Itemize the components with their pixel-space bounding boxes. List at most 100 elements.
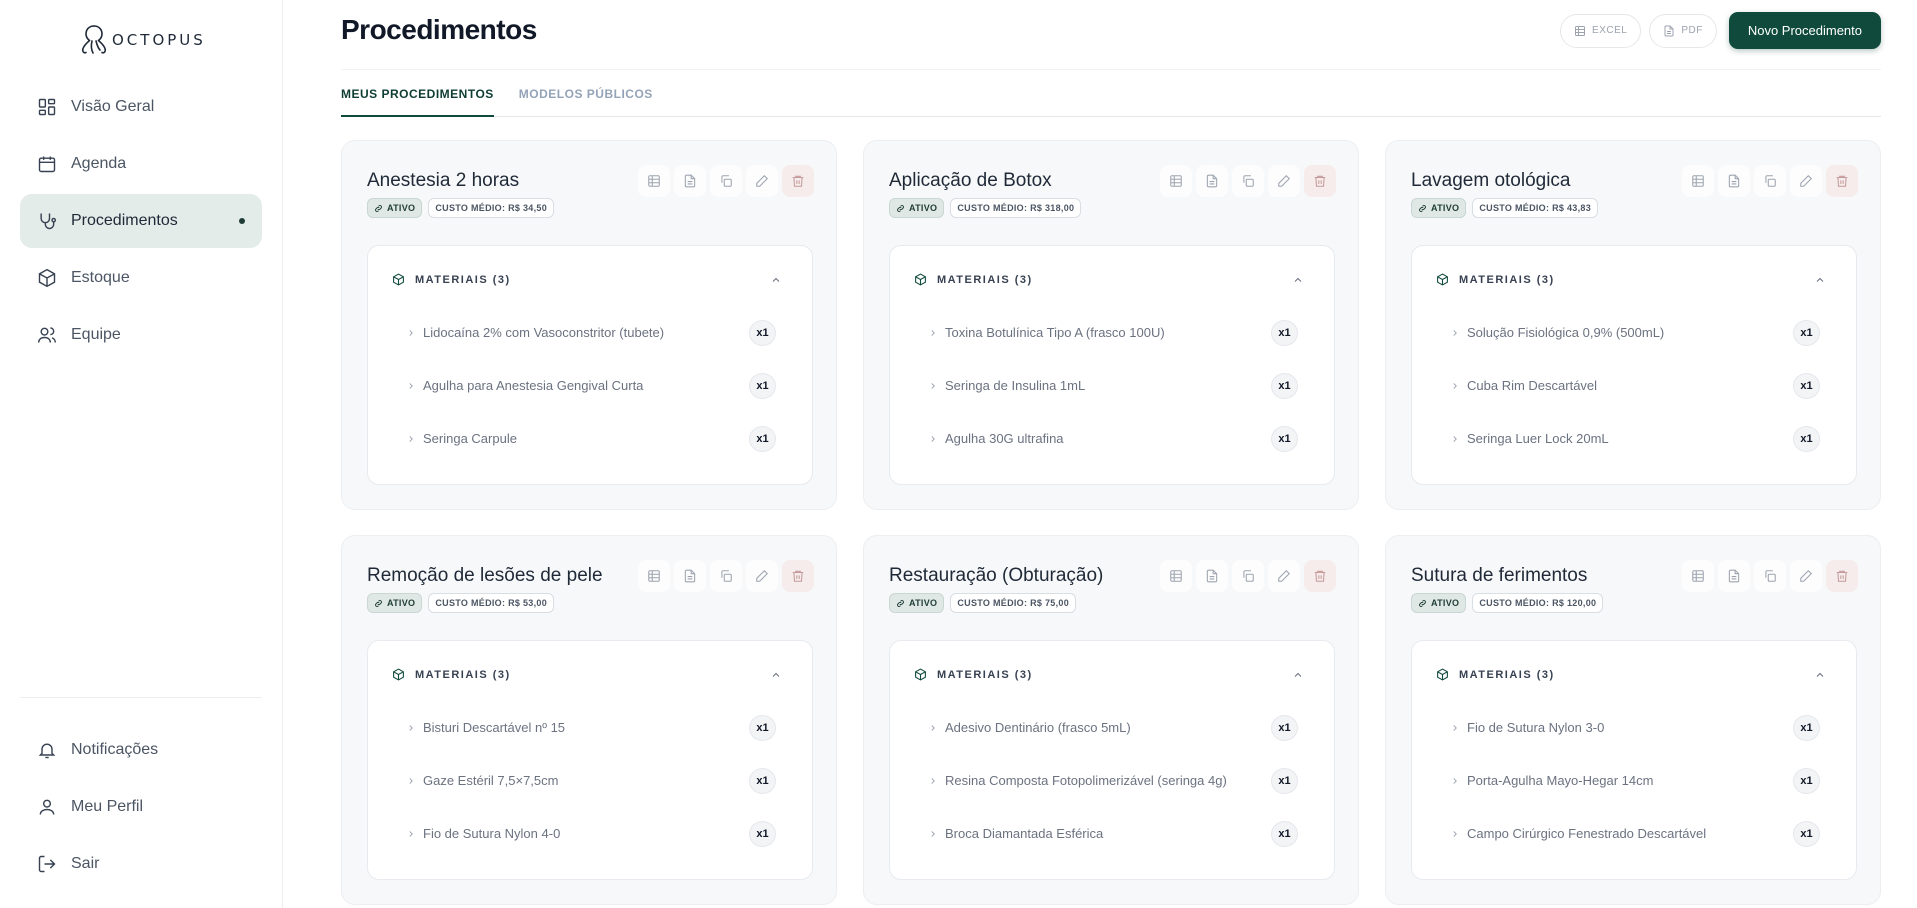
link-icon [375, 599, 382, 607]
edit-button[interactable] [1268, 560, 1300, 592]
list-item[interactable]: Fio de Sutura Nylon 4-0 x1 [406, 807, 776, 860]
list-item[interactable]: Seringa de Insulina 1mL x1 [928, 359, 1298, 412]
edit-button[interactable] [1790, 165, 1822, 197]
sidebar-item-procedimentos[interactable]: Procedimentos [20, 194, 262, 248]
export-pdf-button[interactable] [674, 560, 706, 592]
delete-button[interactable] [1304, 165, 1336, 197]
list-item[interactable]: Porta-Agulha Mayo-Hegar 14cm x1 [1450, 754, 1820, 807]
delete-button[interactable] [782, 560, 814, 592]
sidebar-item-estoque[interactable]: Estoque [20, 251, 262, 305]
duplicate-button[interactable] [1232, 560, 1264, 592]
active-indicator-dot [239, 218, 245, 224]
export-excel-button[interactable] [1682, 165, 1714, 197]
copy-icon [721, 175, 732, 187]
chevron-right-icon [931, 724, 935, 731]
package-icon [393, 273, 404, 286]
export-excel-button[interactable] [1160, 165, 1192, 197]
export-excel-button[interactable] [638, 560, 670, 592]
list-item[interactable]: Bisturi Descartável nº 15 x1 [406, 701, 776, 754]
link-icon [897, 599, 904, 607]
sidebar-item-equipe[interactable]: Equipe [20, 308, 262, 362]
chevron-up-icon[interactable] [1292, 274, 1304, 286]
duplicate-button[interactable] [710, 165, 742, 197]
export-excel-button[interactable] [638, 165, 670, 197]
delete-button[interactable] [1304, 560, 1336, 592]
pencil-icon [1800, 570, 1812, 582]
file-icon [1206, 174, 1218, 188]
procedure-title: Restauração (Obturação) [889, 565, 1104, 586]
sidebar-item-agenda[interactable]: Agenda [20, 137, 262, 191]
list-item[interactable]: Solução Fisiológica 0,9% (500mL) x1 [1450, 306, 1820, 359]
package-icon [1437, 273, 1448, 286]
delete-button[interactable] [1826, 165, 1858, 197]
bell-icon [38, 743, 56, 759]
chevron-up-icon[interactable] [770, 274, 782, 286]
chevron-right-icon [409, 724, 413, 731]
list-item[interactable]: Lidocaína 2% com Vasoconstritor (tubete)… [406, 306, 776, 359]
list-item[interactable]: Fio de Sutura Nylon 3-0 x1 [1450, 701, 1820, 754]
list-item[interactable]: Campo Cirúrgico Fenestrado Descartável x1 [1450, 807, 1820, 860]
export-excel-button[interactable] [1682, 560, 1714, 592]
delete-button[interactable] [1826, 560, 1858, 592]
materials-header[interactable]: MATERIAIS (3) [392, 668, 511, 681]
materials-header[interactable]: MATERIAIS (3) [392, 273, 511, 286]
list-item[interactable]: Cuba Rim Descartável x1 [1450, 359, 1820, 412]
duplicate-button[interactable] [1754, 560, 1786, 592]
export-pdf-button[interactable] [1196, 165, 1228, 197]
edit-button[interactable] [746, 165, 778, 197]
list-item[interactable]: Agulha 30G ultrafina x1 [928, 412, 1298, 465]
duplicate-button[interactable] [710, 560, 742, 592]
list-item[interactable]: Toxina Botulínica Tipo A (frasco 100U) x1 [928, 306, 1298, 359]
material-name: Seringa de Insulina 1mL [945, 378, 1086, 393]
export-excel-button[interactable]: EXCEL [1560, 13, 1642, 48]
grid-icon [38, 98, 56, 116]
procedure-card: Sutura de ferimentos ATIVO CUSTO MÉDIO: … [1385, 535, 1881, 905]
edit-button[interactable] [1268, 165, 1300, 197]
export-pdf-button[interactable] [1196, 560, 1228, 592]
materials-panel: MATERIAIS (3) Lidocaína 2% com Vasoconst… [367, 245, 813, 485]
delete-button[interactable] [782, 165, 814, 197]
tab-modelos-publicos[interactable]: MODELOS PÚBLICOS [519, 84, 653, 117]
export-pdf-button[interactable] [674, 165, 706, 197]
chevron-right-icon [1453, 435, 1457, 442]
list-item[interactable]: Broca Diamantada Esférica x1 [928, 807, 1298, 860]
sidebar-item-visao-geral[interactable]: Visão Geral [20, 80, 262, 134]
list-item[interactable]: Adesivo Dentinário (frasco 5mL) x1 [928, 701, 1298, 754]
chevron-up-icon[interactable] [770, 669, 782, 681]
box-icon [38, 268, 56, 288]
quantity-badge: x1 [1271, 372, 1298, 399]
sidebar-item-sair[interactable]: Sair [20, 837, 262, 891]
material-name: Fio de Sutura Nylon 4-0 [423, 826, 561, 841]
status-badge: ATIVO [889, 593, 945, 613]
list-item[interactable]: Agulha para Anestesia Gengival Curta x1 [406, 359, 776, 412]
materials-header[interactable]: MATERIAIS (3) [914, 668, 1033, 681]
list-item[interactable]: Seringa Carpule x1 [406, 412, 776, 465]
duplicate-button[interactable] [1754, 165, 1786, 197]
logo[interactable]: OCTOPUS [78, 20, 206, 60]
secondary-nav: Notificações Meu Perfil Sair [20, 723, 262, 894]
chevron-up-icon[interactable] [1292, 669, 1304, 681]
materials-header[interactable]: MATERIAIS (3) [914, 273, 1033, 286]
sidebar-item-notificacoes[interactable]: Notificações [20, 723, 262, 777]
edit-button[interactable] [1790, 560, 1822, 592]
procedure-title: Lavagem otológica [1411, 170, 1571, 191]
materials-header[interactable]: MATERIAIS (3) [1436, 668, 1555, 681]
edit-button[interactable] [746, 560, 778, 592]
export-pdf-button[interactable]: PDF [1649, 13, 1717, 48]
sidebar-item-meu-perfil[interactable]: Meu Perfil [20, 780, 262, 834]
chevron-up-icon[interactable] [1814, 669, 1826, 681]
duplicate-button[interactable] [1232, 165, 1264, 197]
quantity-badge: x1 [749, 767, 776, 794]
export-pdf-button[interactable] [1718, 165, 1750, 197]
export-pdf-button[interactable] [1718, 560, 1750, 592]
list-item[interactable]: Seringa Luer Lock 20mL x1 [1450, 412, 1820, 465]
tab-meus-procedimentos[interactable]: MEUS PROCEDIMENTOS [341, 84, 494, 117]
export-excel-button[interactable] [1160, 560, 1192, 592]
new-procedure-button[interactable]: Novo Procedimento [1728, 12, 1881, 49]
list-item[interactable]: Gaze Estéril 7,5×7,5cm x1 [406, 754, 776, 807]
materials-header[interactable]: MATERIAIS (3) [1436, 273, 1555, 286]
chevron-up-icon[interactable] [1814, 274, 1826, 286]
chevron-right-icon [1453, 830, 1457, 837]
list-item[interactable]: Resina Composta Fotopolimerizável (serin… [928, 754, 1298, 807]
status-badge: ATIVO [1411, 593, 1467, 613]
